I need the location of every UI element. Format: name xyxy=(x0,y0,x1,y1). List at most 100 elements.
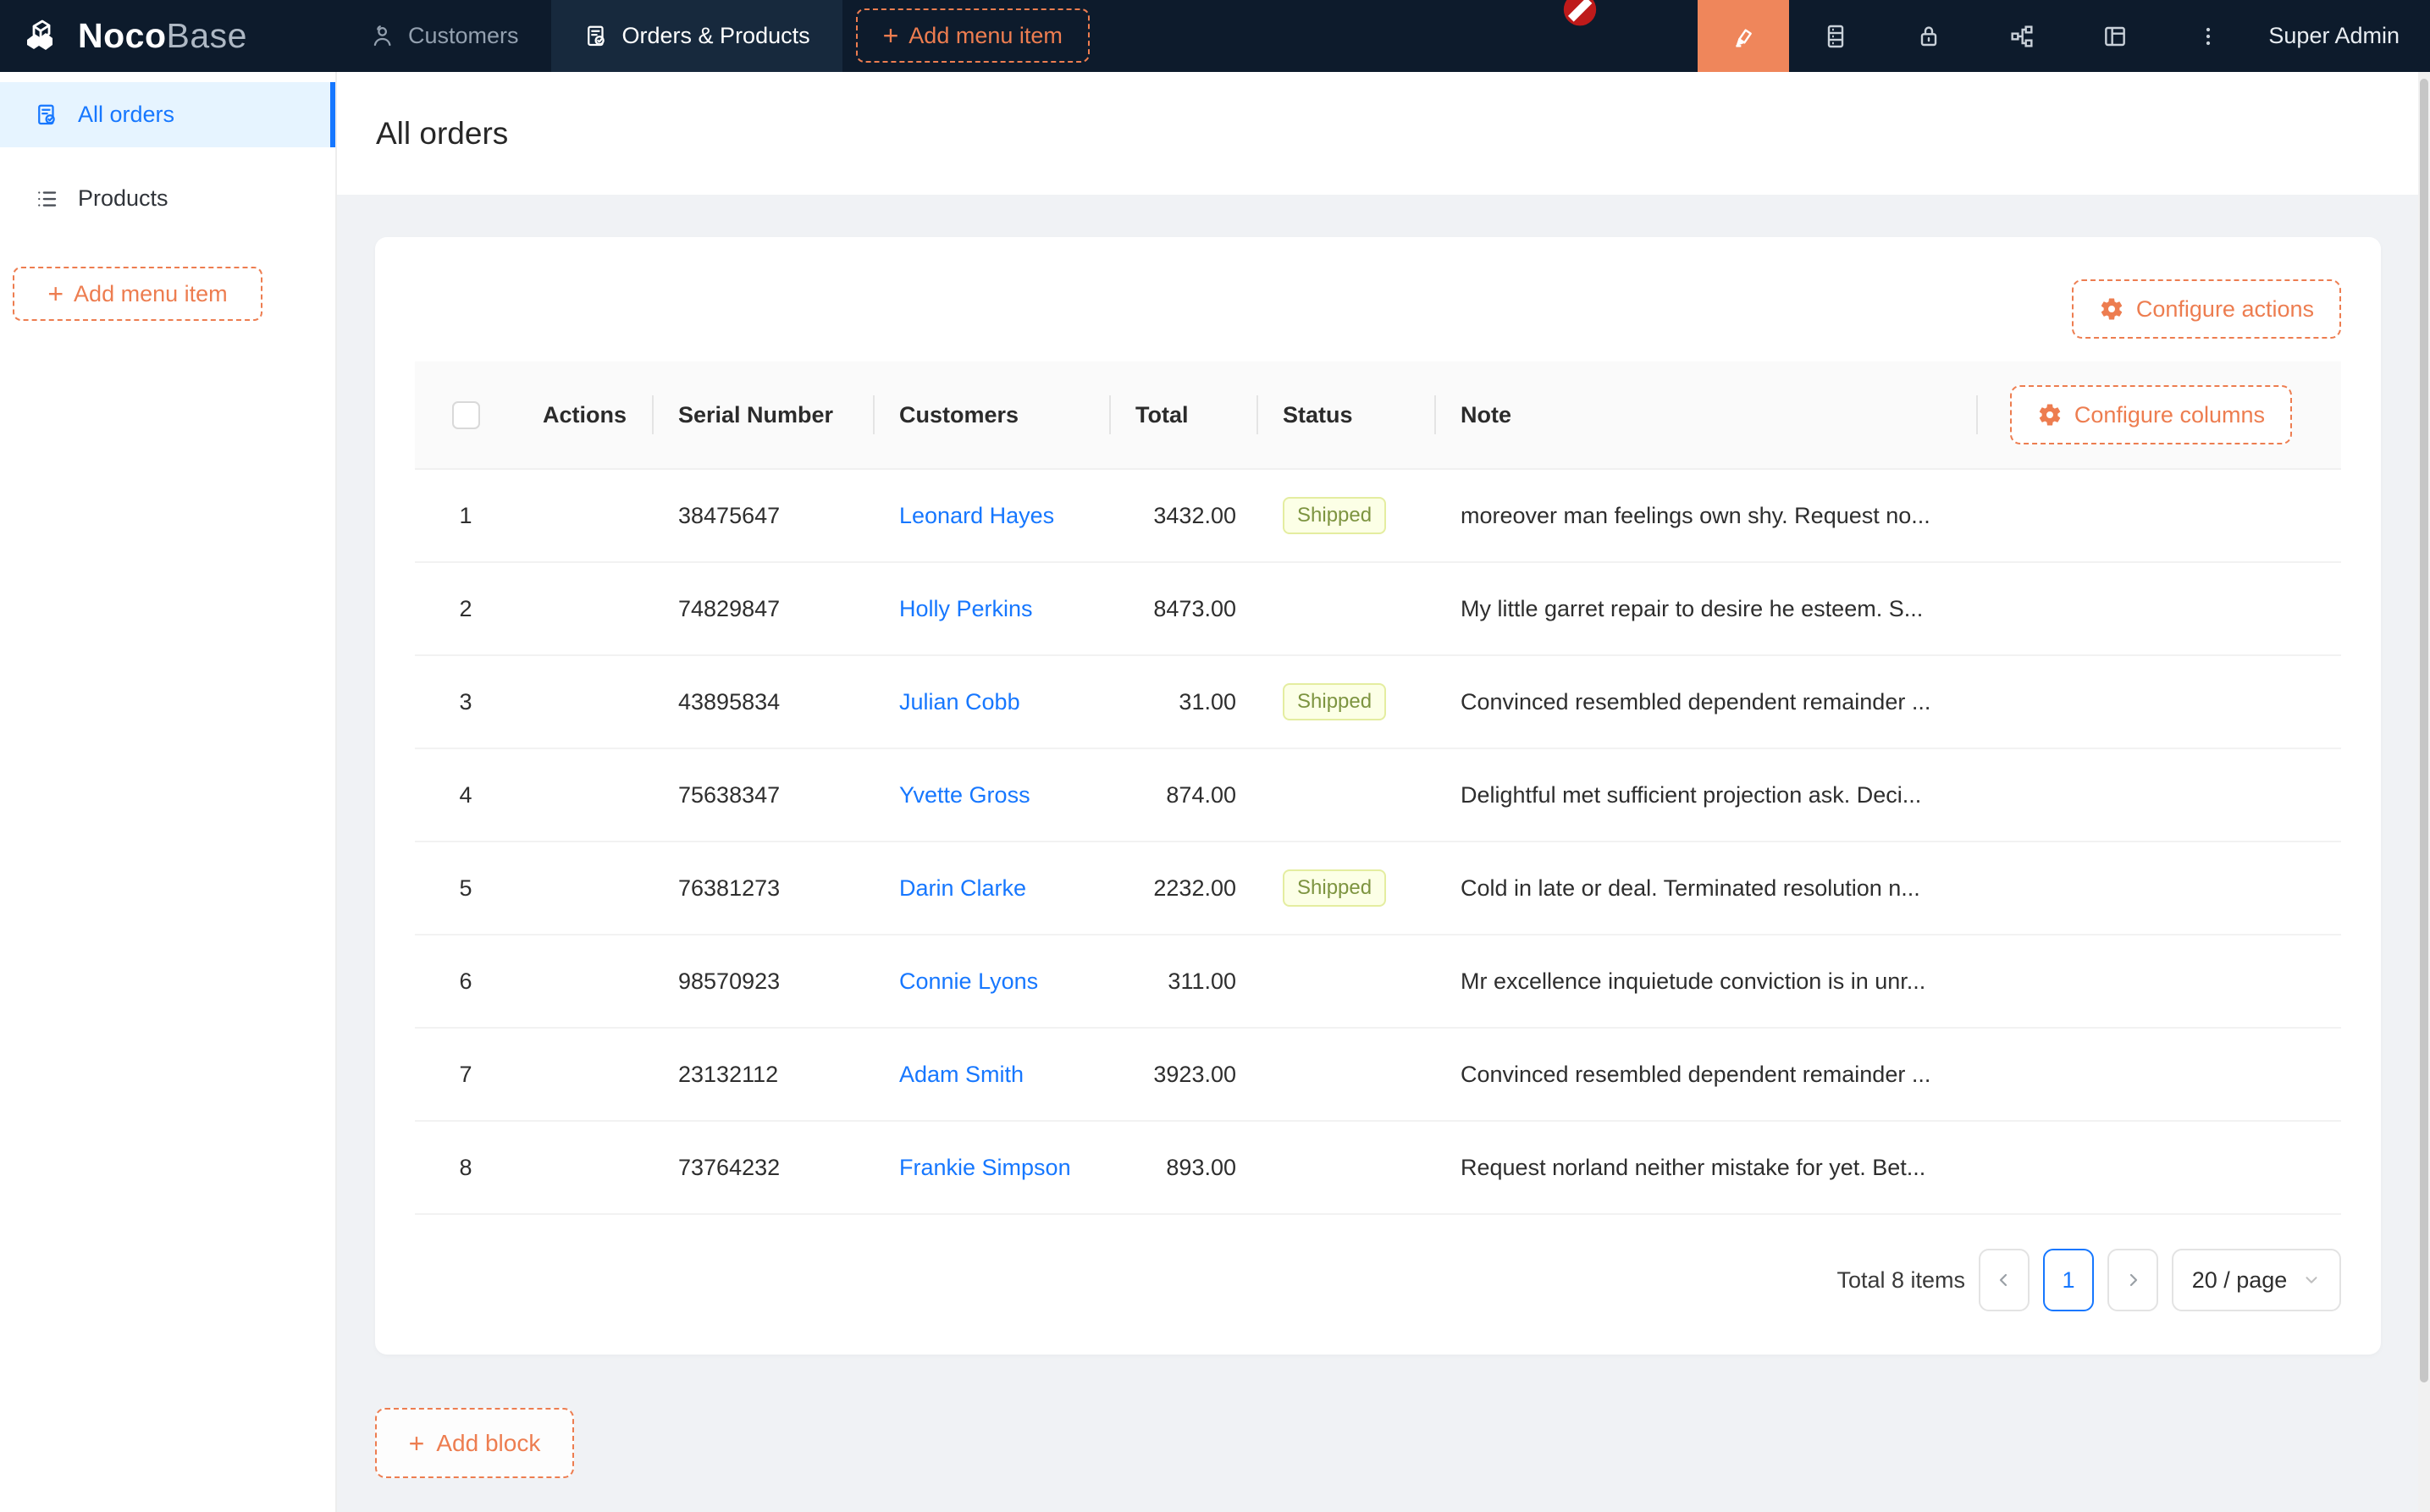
pagination-next-button[interactable] xyxy=(2107,1249,2158,1311)
configure-actions-label: Configure actions xyxy=(2136,296,2314,323)
row-index: 6 xyxy=(415,968,516,995)
pagination-page-1[interactable]: 1 xyxy=(2043,1249,2094,1311)
serial-number-cell: 74829847 xyxy=(652,596,873,622)
user-name: Super Admin xyxy=(2268,23,2400,49)
serial-number-cell: 75638347 xyxy=(652,782,873,808)
sidebar-item-all-orders[interactable]: All orders xyxy=(0,82,335,147)
customer-cell: Frankie Simpson xyxy=(873,1155,1109,1181)
header-configure-cell: Configure columns xyxy=(1976,361,2341,468)
table-row: 5 76381273 Darin Clarke 2232.00 Shipped … xyxy=(415,842,2341,935)
configure-columns-label: Configure columns xyxy=(2074,402,2265,428)
customer-link[interactable]: Leonard Hayes xyxy=(899,503,1054,528)
column-header-total: Total xyxy=(1109,361,1256,468)
customer-link[interactable]: Connie Lyons xyxy=(899,968,1038,994)
app-root: NocoBase Customers xyxy=(0,0,2430,1512)
lock-icon[interactable] xyxy=(1882,0,1975,72)
serial-number-cell: 73764232 xyxy=(652,1155,873,1181)
tab-label: Customers xyxy=(408,23,519,49)
row-index: 5 xyxy=(415,875,516,902)
customer-link[interactable]: Holly Perkins xyxy=(899,596,1033,621)
table-toolbar: Configure actions xyxy=(415,279,2341,339)
topbar-add-menu-item-button[interactable]: + Add menu item xyxy=(856,8,1090,63)
table-row: 3 43895834 Julian Cobb 31.00 Shipped Con… xyxy=(415,656,2341,749)
row-index: 1 xyxy=(415,503,516,529)
sidebar-add-menu-item-button[interactable]: + Add menu item xyxy=(13,267,262,321)
row-index: 4 xyxy=(415,782,516,808)
chevron-left-icon xyxy=(1994,1270,2014,1290)
topbar-actions: Super Admin xyxy=(1698,0,2430,72)
row-index: 3 xyxy=(415,689,516,715)
status-cell: Shipped xyxy=(1256,683,1434,720)
serial-number-cell: 38475647 xyxy=(652,503,873,529)
customer-link[interactable]: Frankie Simpson xyxy=(899,1155,1071,1180)
note-cell: Mr excellence inquietude conviction is i… xyxy=(1434,968,1976,995)
page-scrollbar[interactable] xyxy=(2418,72,2430,1512)
status-tag: Shipped xyxy=(1283,497,1386,534)
customer-link[interactable]: Yvette Gross xyxy=(899,782,1030,808)
order-check-icon xyxy=(34,102,59,128)
total-cell: 3923.00 xyxy=(1109,1062,1256,1088)
customer-link[interactable]: Adam Smith xyxy=(899,1062,1024,1087)
status-cell: Shipped xyxy=(1256,869,1434,907)
serial-number-cell: 98570923 xyxy=(652,968,873,995)
header-checkbox-cell xyxy=(415,361,516,468)
logo-wordmark: NocoBase xyxy=(78,16,247,56)
column-header-customers: Customers xyxy=(873,361,1109,468)
serial-number-cell: 23132112 xyxy=(652,1062,873,1088)
layout-icon[interactable] xyxy=(2068,0,2162,72)
configure-actions-button[interactable]: Configure actions xyxy=(2072,279,2341,339)
database-icon[interactable] xyxy=(1789,0,1882,72)
note-cell: My little garret repair to desire he est… xyxy=(1434,596,1976,622)
ui-editor-button[interactable] xyxy=(1698,0,1789,72)
page-size-select[interactable]: 20 / page xyxy=(2172,1249,2341,1311)
add-block-button[interactable]: + Add block xyxy=(375,1408,574,1478)
customer-cell: Yvette Gross xyxy=(873,782,1109,808)
page-header: All orders xyxy=(337,72,2430,195)
tab-orders-products[interactable]: Orders & Products xyxy=(551,0,842,72)
customer-cell: Connie Lyons xyxy=(873,968,1109,995)
serial-number-cell: 76381273 xyxy=(652,875,873,902)
table-row: 1 38475647 Leonard Hayes 3432.00 Shipped… xyxy=(415,470,2341,563)
column-header-actions: Actions xyxy=(516,361,652,468)
column-header-serial-number: Serial Number xyxy=(652,361,873,468)
customer-link[interactable]: Darin Clarke xyxy=(899,875,1026,901)
configure-columns-button[interactable]: Configure columns xyxy=(2010,385,2292,444)
status-tag: Shipped xyxy=(1283,869,1386,907)
tab-label: Orders & Products xyxy=(622,23,810,49)
table-header-row: Actions Serial Number Customers Total St… xyxy=(415,361,2341,470)
select-all-checkbox[interactable] xyxy=(452,401,480,429)
row-index: 7 xyxy=(415,1062,516,1088)
logo-text-light: Base xyxy=(167,16,247,55)
note-cell: Request norland neither mistake for yet.… xyxy=(1434,1155,1976,1181)
note-cell: Convinced resembled dependent remainder … xyxy=(1434,689,1976,715)
customer-link[interactable]: Julian Cobb xyxy=(899,689,1020,715)
list-icon xyxy=(34,186,59,212)
total-cell: 8473.00 xyxy=(1109,596,1256,622)
page-content: Configure actions Actions Serial Number … xyxy=(337,195,2430,1478)
total-cell: 893.00 xyxy=(1109,1155,1256,1181)
gear-icon xyxy=(2099,296,2124,322)
customer-cell: Julian Cobb xyxy=(873,689,1109,715)
pagination-prev-button[interactable] xyxy=(1979,1249,2030,1311)
blocked-cursor-icon xyxy=(1560,0,1599,36)
orders-table-block: Configure actions Actions Serial Number … xyxy=(375,237,2381,1355)
status-cell: Shipped xyxy=(1256,497,1434,534)
serial-number-cell: 43895834 xyxy=(652,689,873,715)
sidebar-item-products[interactable]: Products xyxy=(0,166,335,231)
scrollbar-thumb[interactable] xyxy=(2420,79,2428,1382)
main-area: All orders Configure actions xyxy=(337,72,2430,1512)
user-menu[interactable]: Super Admin xyxy=(2255,0,2430,72)
partition-icon[interactable] xyxy=(1975,0,2068,72)
user-icon xyxy=(369,24,395,49)
pagination-total: Total 8 items xyxy=(1836,1267,1965,1294)
customer-cell: Darin Clarke xyxy=(873,875,1109,902)
note-cell: Convinced resembled dependent remainder … xyxy=(1434,1062,1976,1088)
more-vertical-icon[interactable] xyxy=(2162,0,2255,72)
total-cell: 3432.00 xyxy=(1109,503,1256,529)
page-title: All orders xyxy=(376,116,508,152)
logo-text-bold: Noco xyxy=(78,16,167,55)
order-check-icon xyxy=(583,24,609,49)
total-cell: 31.00 xyxy=(1109,689,1256,715)
tab-customers[interactable]: Customers xyxy=(337,0,551,72)
total-cell: 2232.00 xyxy=(1109,875,1256,902)
